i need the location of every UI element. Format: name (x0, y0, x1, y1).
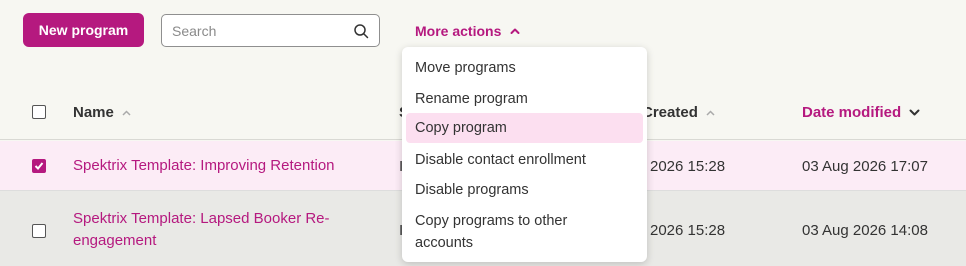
column-created-label: Created (642, 104, 698, 121)
column-header-name[interactable]: Name (73, 104, 131, 121)
search-input[interactable] (172, 15, 352, 46)
column-header-created[interactable]: Created (642, 104, 715, 121)
row-checkbox[interactable] (32, 224, 46, 238)
sort-up-icon (122, 109, 131, 116)
sort-up-icon (706, 109, 715, 116)
program-name-link[interactable]: Spektrix Template: Lapsed Booker Re-enga… (73, 208, 363, 252)
menu-item-rename-program[interactable]: Rename program (406, 88, 643, 110)
checkmark-icon (34, 162, 44, 170)
more-actions-menu-button[interactable]: More actions (415, 20, 520, 42)
program-name-link[interactable]: Spektrix Template: Improving Retention (73, 155, 373, 177)
created-date: 2026 15:28 (650, 222, 726, 239)
menu-item-copy-programs-to-other-accounts[interactable]: Copy programs to other accounts (406, 210, 626, 254)
sort-down-icon (909, 109, 920, 116)
select-all-checkbox[interactable] (32, 105, 46, 119)
more-actions-dropdown: Move programs Rename program Copy progra… (402, 47, 647, 262)
column-name-label: Name (73, 104, 114, 121)
created-date: 2026 15:28 (650, 158, 726, 175)
chevron-up-icon (510, 28, 520, 34)
menu-item-disable-contact-enrollment[interactable]: Disable contact enrollment (406, 149, 643, 171)
modified-date: 03 Aug 2026 14:08 (802, 222, 928, 239)
modified-date: 03 Aug 2026 17:07 (802, 158, 928, 175)
search-box[interactable] (161, 14, 380, 47)
search-icon[interactable] (353, 23, 369, 39)
column-header-date-modified[interactable]: Date modified (802, 104, 920, 121)
row-checkbox[interactable] (32, 159, 46, 173)
column-date-modified-label: Date modified (802, 104, 902, 121)
new-program-button[interactable]: New program (23, 13, 144, 47)
menu-item-disable-programs[interactable]: Disable programs (406, 179, 643, 201)
more-actions-label: More actions (415, 23, 502, 39)
menu-item-copy-program[interactable]: Copy program (406, 113, 643, 143)
menu-item-move-programs[interactable]: Move programs (406, 57, 643, 79)
